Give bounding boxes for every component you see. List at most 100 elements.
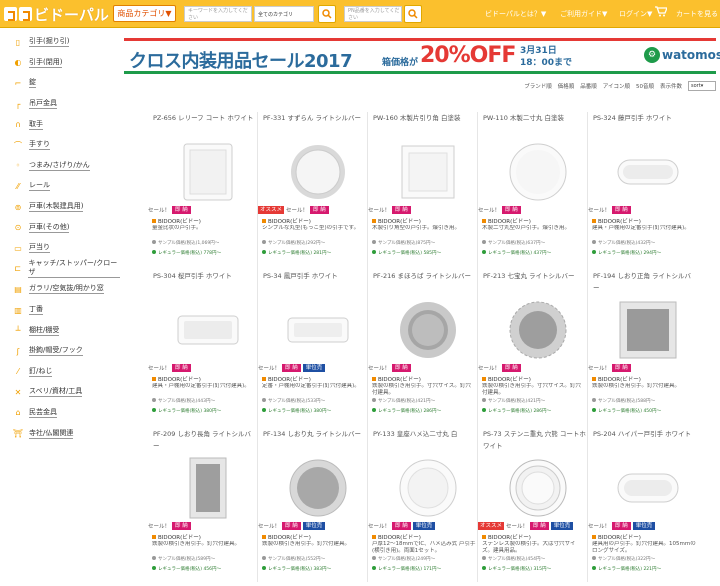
- product-name[interactable]: PS-34 鳳戸引手 ホワイト: [263, 270, 367, 282]
- product-name[interactable]: PS-304 桜戸引手 ホワイト: [153, 270, 257, 282]
- product-card[interactable]: PS-73 ステンニ重丸 穴熊 コートホワイト オススメ セール！即 納単位売 BID…: [478, 428, 587, 586]
- sort-price[interactable]: 価格順: [558, 82, 575, 90]
- product-image[interactable]: [286, 456, 350, 520]
- product-card[interactable]: PW-110 木製二寸丸 白塗装 セール！即 納 BIDOOR(ビドー) 木製二寸丸型…: [478, 112, 587, 270]
- sidebar-item[interactable]: ◦ つまみ/さげり/かん: [0, 156, 120, 177]
- nav-login[interactable]: ログイン▼: [619, 9, 652, 19]
- product-card[interactable]: PF-209 しおり長角 ライトシルバー セール！即 納 BIDOOR(ビドー) 鉄製…: [148, 428, 257, 586]
- category-select[interactable]: 全てのカテゴリ: [254, 6, 314, 22]
- product-card[interactable]: PW-160 木製片引り角 白塗装 セール！即 納 BIDOOR(ビドー) 木製引り角…: [368, 112, 477, 270]
- product-name[interactable]: PS-324 藤戸引手 ホワイト: [593, 112, 697, 124]
- nav-cart[interactable]: カートを見る: [676, 9, 718, 19]
- sidebar-item[interactable]: ⌂ 民芸金具: [0, 403, 120, 424]
- product-image[interactable]: [176, 140, 240, 204]
- nav-guide[interactable]: ご利用ガイド▼: [560, 9, 607, 19]
- sidebar-item[interactable]: ⊏ キャッチ/ストッパー/クローザ: [0, 259, 120, 280]
- product-image[interactable]: [616, 298, 680, 362]
- sort-kana[interactable]: 50音順: [636, 82, 654, 90]
- product-card[interactable]: PZ-656 レリーフ コート ホワイト セール！即 納 BIDOOR(ビドー) 量金…: [148, 112, 257, 270]
- sale-label: セール！: [148, 366, 171, 372]
- sale-banner[interactable]: クロス内装用品セール2017 箱価格が 20%OFF 3月31日 18：00まで…: [124, 38, 720, 74]
- product-name[interactable]: PF-213 七宝丸 ライトシルバー: [483, 270, 587, 282]
- product-image[interactable]: [176, 456, 240, 520]
- product-image[interactable]: [396, 140, 460, 204]
- product-card[interactable]: PS-204 ハイパー戸引手 ホワイト セール！即 納単位売 BIDOOR(ビドー)…: [588, 428, 697, 586]
- product-brand: BIDOOR(ビドー): [482, 217, 531, 225]
- product-image[interactable]: [616, 140, 680, 204]
- product-image[interactable]: [506, 456, 570, 520]
- sidebar-item[interactable]: ⊙ 戸車(その他): [0, 217, 120, 238]
- product-image[interactable]: [396, 298, 460, 362]
- product-card[interactable]: PF-216 まほろば ライトシルバー セール！即 納 BIDOOR(ビドー) 鉄製の…: [368, 270, 477, 428]
- product-card[interactable]: PF-194 しおり正角 ライトシルバー セール！即 納 BIDOOR(ビドー) 鉄製…: [588, 270, 697, 428]
- product-image[interactable]: [176, 298, 240, 362]
- product-name[interactable]: PF-216 まほろば ライトシルバー: [373, 270, 477, 282]
- sample-price: サンプル価格(税込)637円～: [482, 240, 545, 246]
- product-desc: 鉄製の横引き用引手。釘穴付建具。: [152, 541, 241, 547]
- product-name[interactable]: PS-73 ステンニ重丸 穴熊 コートホワイト: [483, 428, 587, 452]
- product-card[interactable]: PF-331 すずらん ライトシルバー オススメ セール！即 納 BIDOOR(ビドー…: [258, 112, 367, 270]
- product-image[interactable]: [506, 140, 570, 204]
- nav-about[interactable]: ビドーパルとは？▼: [485, 9, 546, 19]
- category-menu-button[interactable]: 商品カテゴリ▼: [113, 5, 176, 22]
- in-stock-badge: 即 納: [502, 206, 521, 214]
- sidebar-item[interactable]: ⊚ 戸車(木製建具用): [0, 197, 120, 218]
- product-image[interactable]: [286, 298, 350, 362]
- sidebar-item[interactable]: ✕ スベリ/資材/工具: [0, 382, 120, 403]
- product-card[interactable]: PS-324 藤戸引手 ホワイト セール！即 納 BIDOOR(ビドー) 建具・戸棚用…: [588, 112, 697, 270]
- product-card[interactable]: PY-133 皇座ハメ込二寸丸 白セール！即 納単位売 BIDOOR(ビドー) 戸厚…: [368, 428, 477, 586]
- sidebar-item[interactable]: ∩ 取手: [0, 114, 120, 135]
- product-name[interactable]: PF-134 しおり丸 ライトシルバー: [263, 428, 367, 440]
- handrail-icon: ⌒: [14, 140, 22, 150]
- product-card[interactable]: PS-304 桜戸引手 ホワイト セール！即 納 BIDOOR(ビドー) 建具・戸棚用…: [148, 270, 257, 428]
- product-name[interactable]: PW-160 木製片引り角 白塗装: [373, 112, 477, 124]
- product-card[interactable]: PF-134 しおり丸 ライトシルバー セール！即 納単位売 BIDOOR(ビドー)…: [258, 428, 367, 586]
- product-name[interactable]: PS-204 ハイパー戸引手 ホワイト: [593, 428, 697, 440]
- product-image[interactable]: [396, 456, 460, 520]
- sidebar-item[interactable]: ⁄ 釘/ねじ: [0, 362, 120, 383]
- product-image[interactable]: [286, 140, 350, 204]
- sample-price: サンプル価格(税込)432円～: [592, 240, 655, 246]
- product-desc: 木製引り角型の戸引手。爆引き用。: [372, 225, 461, 231]
- sidebar-item[interactable]: ▤ ガラリ/空気抜/明かり窓: [0, 279, 120, 300]
- display-count-value: sort: [691, 83, 701, 89]
- product-name[interactable]: PF-331 すずらん ライトシルバー: [263, 112, 367, 124]
- keyword-search-input[interactable]: キーワードを入力してください: [184, 6, 252, 22]
- sidebar-item[interactable]: ┌ 吊戸金具: [0, 94, 120, 115]
- partno-search-input[interactable]: PN品番を入力してください: [344, 6, 402, 22]
- sample-price: サンプル価格(税込)322円～: [592, 556, 655, 562]
- site-logo[interactable]: ビドーパル: [4, 4, 109, 24]
- hanger-icon: ┌: [15, 99, 21, 109]
- product-name[interactable]: PW-110 木製二寸丸 白塗装: [483, 112, 587, 124]
- display-count-select[interactable]: sort ▾: [688, 81, 716, 91]
- sidebar-item[interactable]: ▭ 戸当り: [0, 238, 120, 259]
- sidebar-item[interactable]: ⌐ 錠: [0, 73, 120, 94]
- sort-brand[interactable]: ブランド順: [524, 82, 552, 90]
- sidebar-item[interactable]: ▯ 引手(掘り引): [0, 32, 120, 53]
- cart-icon[interactable]: [655, 6, 668, 20]
- partno-search-button[interactable]: [404, 5, 422, 23]
- sidebar-item[interactable]: ▥ 丁番: [0, 300, 120, 321]
- sort-partno[interactable]: 品番順: [580, 82, 597, 90]
- product-card[interactable]: PS-34 鳳戸引手 ホワイト セール！即 納単位売 BIDOOR(ビドー) 定番・戸…: [258, 270, 367, 428]
- sidebar-item[interactable]: ◐ 引手(閉用): [0, 53, 120, 74]
- product-desc: 戸厚12～18mmでIC、ハメ込み式 戸引手(横引き用)。両面1セット。: [372, 541, 476, 554]
- sidebar-item[interactable]: ┴ 棚柱/棚受: [0, 320, 120, 341]
- sort-icon[interactable]: アイコン順: [603, 82, 630, 90]
- product-name[interactable]: PZ-656 レリーフ コート ホワイト: [153, 112, 257, 124]
- product-image[interactable]: [616, 456, 680, 520]
- sidebar-item[interactable]: ⁄⁄ レール: [0, 176, 120, 197]
- product-name[interactable]: PY-133 皇座ハメ込二寸丸 白: [373, 428, 477, 440]
- regular-price: レギュラー価格(税込) 778円～: [152, 250, 221, 256]
- product-card[interactable]: PF-213 七宝丸 ライトシルバー セール！即 納 BIDOOR(ビドー) 鉄製の横…: [478, 270, 587, 428]
- regular-price: レギュラー価格(税込) 380円～: [152, 408, 221, 414]
- product-name[interactable]: PF-209 しおり長角 ライトシルバー: [153, 428, 257, 452]
- sidebar-item[interactable]: ⌒ 手すり: [0, 135, 120, 156]
- product-image[interactable]: [506, 298, 570, 362]
- product-name[interactable]: PF-194 しおり正角 ライトシルバー: [593, 270, 697, 294]
- sidebar-item[interactable]: ʃ 掛鉤/帽受/フック: [0, 341, 120, 362]
- sidebar-item[interactable]: ⛩ 寺社/仏閣関連: [0, 423, 120, 444]
- keyword-search-button[interactable]: [318, 5, 336, 23]
- column-divider: [257, 112, 258, 582]
- watomos-logo-text: watomos: [662, 48, 720, 62]
